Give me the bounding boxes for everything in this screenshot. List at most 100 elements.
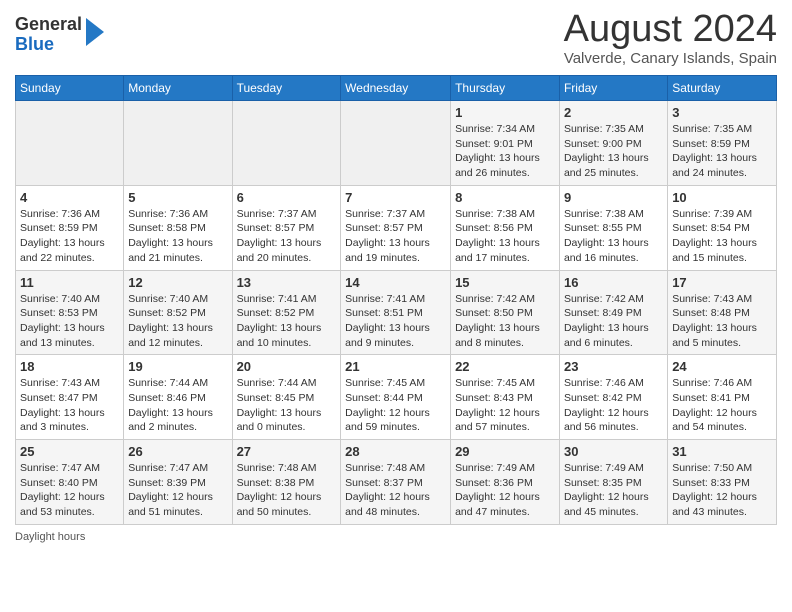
day-number: 2	[564, 105, 663, 120]
calendar-cell: 22 Sunrise: 7:45 AMSunset: 8:43 PMDayligh…	[451, 355, 560, 440]
calendar-cell: 13 Sunrise: 7:41 AMSunset: 8:52 PMDayligh…	[232, 270, 341, 355]
footer-note: Daylight hours	[15, 531, 777, 543]
day-info: Sunrise: 7:46 AMSunset: 8:41 PMDaylight:…	[672, 376, 772, 435]
logo-blue: Blue	[15, 34, 54, 54]
day-number: 9	[564, 190, 663, 205]
calendar-cell: 15 Sunrise: 7:42 AMSunset: 8:50 PMDayligh…	[451, 270, 560, 355]
calendar-day-header: Sunday	[16, 76, 124, 101]
calendar-cell: 16 Sunrise: 7:42 AMSunset: 8:49 PMDayligh…	[559, 270, 667, 355]
day-info: Sunrise: 7:41 AMSunset: 8:52 PMDaylight:…	[237, 292, 337, 351]
day-number: 13	[237, 275, 337, 290]
day-number: 14	[345, 275, 446, 290]
calendar-cell: 18 Sunrise: 7:43 AMSunset: 8:47 PMDayligh…	[16, 355, 124, 440]
title-area: August 2024 Valverde, Canary Islands, Sp…	[564, 10, 777, 67]
day-info: Sunrise: 7:48 AMSunset: 8:37 PMDaylight:…	[345, 461, 446, 520]
day-info: Sunrise: 7:37 AMSunset: 8:57 PMDaylight:…	[237, 207, 337, 266]
calendar-cell	[232, 101, 341, 186]
calendar-cell: 1Sunrise: 7:34 AMSunset: 9:01 PMDaylight…	[451, 101, 560, 186]
day-info: Sunrise: 7:37 AMSunset: 8:57 PMDaylight:…	[345, 207, 446, 266]
day-number: 31	[672, 444, 772, 459]
calendar-cell: 19 Sunrise: 7:44 AMSunset: 8:46 PMDayligh…	[124, 355, 232, 440]
logo-icon	[84, 18, 104, 46]
calendar-day-header: Wednesday	[341, 76, 451, 101]
day-info: Sunrise: 7:49 AMSunset: 8:35 PMDaylight:…	[564, 461, 663, 520]
day-number: 1	[455, 105, 555, 120]
calendar-day-header: Tuesday	[232, 76, 341, 101]
calendar-cell: 17Sunrise: 7:43 AMSunset: 8:48 PMDayligh…	[668, 270, 777, 355]
calendar-cell: 11Sunrise: 7:40 AMSunset: 8:53 PMDayligh…	[16, 270, 124, 355]
calendar-cell: 2 Sunrise: 7:35 AMSunset: 9:00 PMDaylight…	[559, 101, 667, 186]
day-number: 27	[237, 444, 337, 459]
day-info: Sunrise: 7:42 AMSunset: 8:50 PMDaylight:…	[455, 292, 555, 351]
day-info: Sunrise: 7:49 AMSunset: 8:36 PMDaylight:…	[455, 461, 555, 520]
day-number: 17	[672, 275, 772, 290]
day-info: Sunrise: 7:44 AMSunset: 8:46 PMDaylight:…	[128, 376, 227, 435]
day-number: 16	[564, 275, 663, 290]
day-info: Sunrise: 7:35 AMSunset: 9:00 PMDaylight:…	[564, 122, 663, 181]
day-info: Sunrise: 7:45 AMSunset: 8:43 PMDaylight:…	[455, 376, 555, 435]
calendar-day-header: Thursday	[451, 76, 560, 101]
day-number: 20	[237, 359, 337, 374]
day-number: 26	[128, 444, 227, 459]
calendar-day-header: Monday	[124, 76, 232, 101]
location: Valverde, Canary Islands, Spain	[564, 50, 777, 67]
calendar-week-row: 1Sunrise: 7:34 AMSunset: 9:01 PMDaylight…	[16, 101, 777, 186]
day-info: Sunrise: 7:43 AMSunset: 8:47 PMDaylight:…	[20, 376, 119, 435]
day-number: 8	[455, 190, 555, 205]
calendar-cell: 3 Sunrise: 7:35 AMSunset: 8:59 PMDaylight…	[668, 101, 777, 186]
logo: General Blue	[15, 15, 104, 55]
day-number: 22	[455, 359, 555, 374]
calendar-cell: 8 Sunrise: 7:38 AMSunset: 8:56 PMDaylight…	[451, 185, 560, 270]
day-info: Sunrise: 7:47 AMSunset: 8:40 PMDaylight:…	[20, 461, 119, 520]
day-number: 6	[237, 190, 337, 205]
calendar-cell	[341, 101, 451, 186]
day-number: 15	[455, 275, 555, 290]
calendar-cell: 24 Sunrise: 7:46 AMSunset: 8:41 PMDayligh…	[668, 355, 777, 440]
day-info: Sunrise: 7:38 AMSunset: 8:55 PMDaylight:…	[564, 207, 663, 266]
day-info: Sunrise: 7:46 AMSunset: 8:42 PMDaylight:…	[564, 376, 663, 435]
day-info: Sunrise: 7:35 AMSunset: 8:59 PMDaylight:…	[672, 122, 772, 181]
day-info: Sunrise: 7:36 AMSunset: 8:59 PMDaylight:…	[20, 207, 119, 266]
page-header: General Blue August 2024 Valverde, Canar…	[15, 10, 777, 67]
day-info: Sunrise: 7:47 AMSunset: 8:39 PMDaylight:…	[128, 461, 227, 520]
day-number: 4	[20, 190, 119, 205]
calendar-cell: 29 Sunrise: 7:49 AMSunset: 8:36 PMDayligh…	[451, 440, 560, 525]
logo-general: General	[15, 14, 82, 34]
day-number: 18	[20, 359, 119, 374]
calendar-cell: 12Sunrise: 7:40 AMSunset: 8:52 PMDayligh…	[124, 270, 232, 355]
calendar-cell: 4 Sunrise: 7:36 AMSunset: 8:59 PMDaylight…	[16, 185, 124, 270]
day-number: 21	[345, 359, 446, 374]
calendar-cell: 9 Sunrise: 7:38 AMSunset: 8:55 PMDaylight…	[559, 185, 667, 270]
day-number: 24	[672, 359, 772, 374]
day-number: 7	[345, 190, 446, 205]
calendar-cell: 5Sunrise: 7:36 AMSunset: 8:58 PMDaylight…	[124, 185, 232, 270]
day-number: 30	[564, 444, 663, 459]
day-number: 25	[20, 444, 119, 459]
calendar-cell	[16, 101, 124, 186]
calendar-week-row: 25 Sunrise: 7:47 AMSunset: 8:40 PMDayligh…	[16, 440, 777, 525]
calendar-cell: 28 Sunrise: 7:48 AMSunset: 8:37 PMDayligh…	[341, 440, 451, 525]
day-number: 12	[128, 275, 227, 290]
calendar-week-row: 4 Sunrise: 7:36 AMSunset: 8:59 PMDaylight…	[16, 185, 777, 270]
day-number: 3	[672, 105, 772, 120]
day-number: 10	[672, 190, 772, 205]
day-number: 29	[455, 444, 555, 459]
day-info: Sunrise: 7:40 AMSunset: 8:53 PMDaylight:…	[20, 292, 119, 351]
day-info: Sunrise: 7:42 AMSunset: 8:49 PMDaylight:…	[564, 292, 663, 351]
calendar-header-row: SundayMondayTuesdayWednesdayThursdayFrid…	[16, 76, 777, 101]
calendar-table: SundayMondayTuesdayWednesdayThursdayFrid…	[15, 75, 777, 525]
calendar-week-row: 11Sunrise: 7:40 AMSunset: 8:53 PMDayligh…	[16, 270, 777, 355]
day-number: 23	[564, 359, 663, 374]
calendar-cell: 23 Sunrise: 7:46 AMSunset: 8:42 PMDayligh…	[559, 355, 667, 440]
month-title: August 2024	[564, 10, 777, 48]
day-info: Sunrise: 7:39 AMSunset: 8:54 PMDaylight:…	[672, 207, 772, 266]
day-number: 28	[345, 444, 446, 459]
day-number: 19	[128, 359, 227, 374]
calendar-cell: 30 Sunrise: 7:49 AMSunset: 8:35 PMDayligh…	[559, 440, 667, 525]
calendar-cell: 20Sunrise: 7:44 AMSunset: 8:45 PMDayligh…	[232, 355, 341, 440]
calendar-cell: 27Sunrise: 7:48 AMSunset: 8:38 PMDayligh…	[232, 440, 341, 525]
day-info: Sunrise: 7:50 AMSunset: 8:33 PMDaylight:…	[672, 461, 772, 520]
day-info: Sunrise: 7:38 AMSunset: 8:56 PMDaylight:…	[455, 207, 555, 266]
calendar-cell: 14Sunrise: 7:41 AMSunset: 8:51 PMDayligh…	[341, 270, 451, 355]
calendar-cell: 6 Sunrise: 7:37 AMSunset: 8:57 PMDaylight…	[232, 185, 341, 270]
